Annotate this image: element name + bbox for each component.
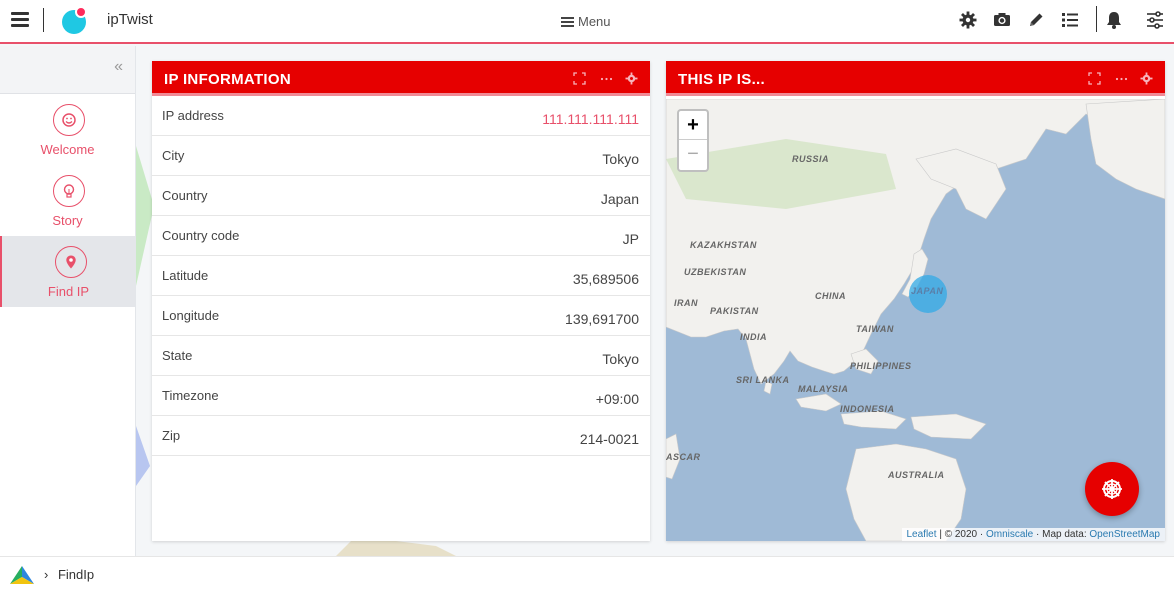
more-icon[interactable] [1115,72,1128,85]
row-value: 111.111.111.111 [542,111,639,127]
ip-row-city: City Tokyo [152,136,650,176]
breadcrumb-separator: › [44,567,49,582]
map-label: ASCAR [666,452,701,462]
floating-action-button[interactable] [1085,462,1139,516]
row-label: State [162,348,193,363]
ip-row-ip-address: IP address 111.111.111.111 [152,96,650,136]
zoom-out-button[interactable]: − [679,140,707,169]
app-title: ipTwist [107,11,153,28]
sidebar-item-find-ip[interactable]: Find IP [0,236,135,307]
panel-header: IP INFORMATION [152,61,650,96]
attribution-copyright: | © 2020 · [939,529,984,540]
zoom-control: + − [677,109,709,172]
row-value: +09:00 [595,391,639,407]
row-label: Timezone [162,388,219,403]
ip-row-longitude: Longitude 139,691700 [152,296,650,336]
map-label: INDIA [740,332,767,342]
sliders-icon[interactable] [1145,10,1165,30]
more-icon[interactable] [600,72,613,85]
map-label: KAZAKHSTAN [690,240,757,250]
sidebar-item-label: Welcome [40,142,95,157]
gear-icon[interactable] [958,10,978,30]
map-label: PHILIPPINES [850,361,912,371]
map-label: JAPAN [911,286,944,296]
row-value: Tokyo [602,151,639,167]
row-label: Longitude [162,308,220,323]
row-value: 35,689506 [572,271,639,287]
ip-row-latitude: Latitude 35,689506 [152,256,650,296]
collapse-chevron-icon[interactable]: « [114,58,123,76]
sidebar-item-story[interactable]: Story [0,165,135,236]
row-label: IP address [162,108,224,123]
ip-information-panel: IP INFORMATION IP address 111.111.111.11… [152,61,650,541]
openstreetmap-link[interactable]: OpenStreetMap [1089,529,1160,540]
app-footer-logo[interactable] [9,565,35,585]
settings-icon[interactable] [1140,72,1153,85]
map-label: TAIWAN [856,324,894,334]
ip-row-zip: Zip 214-0021 [152,416,650,456]
row-value: Japan [600,191,639,207]
omniscale-link[interactable]: Omniscale [986,529,1033,540]
map-label: AUSTRALIA [888,470,945,480]
row-label: Zip [162,428,181,443]
divider [1096,6,1097,32]
row-label: Latitude [162,268,209,283]
sidebar: « Welcome Story Find IP [0,46,136,556]
map-label: SRI LANKA [736,375,790,385]
ip-row-country: Country Japan [152,176,650,216]
row-value: 214-0021 [579,431,639,447]
hamburger-menu-icon[interactable] [11,12,29,28]
sidebar-item-label: Find IP [47,284,90,299]
sidebar-item-label: Story [52,213,83,228]
bell-icon[interactable] [1104,10,1124,30]
app-logo[interactable] [60,6,88,34]
location-pin-icon [55,246,87,278]
zoom-in-button[interactable]: + [679,111,707,140]
ip-row-state: State Tokyo [152,336,650,376]
fullscreen-icon[interactable] [1088,72,1101,85]
map-label: UZBEKISTAN [684,267,747,277]
map-label: INDONESIA [840,404,895,414]
map-panel: THIS IP IS... RUSSIA KAZAKHSTAN UZBEKIST… [666,61,1165,541]
attribution-mapdata: · Map data: [1036,529,1087,540]
settings-icon[interactable] [625,72,638,85]
map-label: PAKISTAN [710,306,759,316]
smile-icon [53,104,85,136]
breadcrumb: › FindIp [44,567,94,582]
panel-header: THIS IP IS... [666,61,1165,96]
map-label: MALAYSIA [798,384,849,394]
leaflet-link[interactable]: Leaflet [907,529,937,540]
row-label: City [162,148,185,163]
map-label: CHINA [815,291,846,301]
camera-icon[interactable] [992,10,1012,30]
lightbulb-icon [53,175,85,207]
map-attribution: Leaflet | © 2020 · Omniscale · Map data:… [901,528,1165,541]
top-bar: ipTwist Menu [0,0,1174,44]
row-label: Country [162,188,208,203]
ip-row-country-code: Country code JP [152,216,650,256]
sidebar-collapse-bar: « [0,46,135,94]
row-value: JP [622,231,639,247]
divider [43,8,44,32]
sidebar-item-welcome[interactable]: Welcome [0,94,135,165]
menu-icon [561,16,574,27]
map-label: IRAN [674,298,698,308]
ip-row-timezone: Timezone +09:00 [152,376,650,416]
pencil-icon[interactable] [1026,10,1046,30]
row-label: Country code [162,228,240,243]
footer-bar: › FindIp [0,556,1174,589]
row-value: 139,691700 [565,311,639,327]
map-label: RUSSIA [792,154,830,164]
breadcrumb-item[interactable]: FindIp [58,567,94,582]
list-icon[interactable] [1060,10,1080,30]
menu-label: Menu [578,14,611,29]
fullscreen-icon[interactable] [573,72,586,85]
menu-button[interactable]: Menu [561,14,611,29]
panel-title: THIS IP IS... [678,71,765,88]
panel-title: IP INFORMATION [164,71,291,88]
ship-wheel-icon [1102,479,1122,499]
row-value: Tokyo [602,351,639,367]
